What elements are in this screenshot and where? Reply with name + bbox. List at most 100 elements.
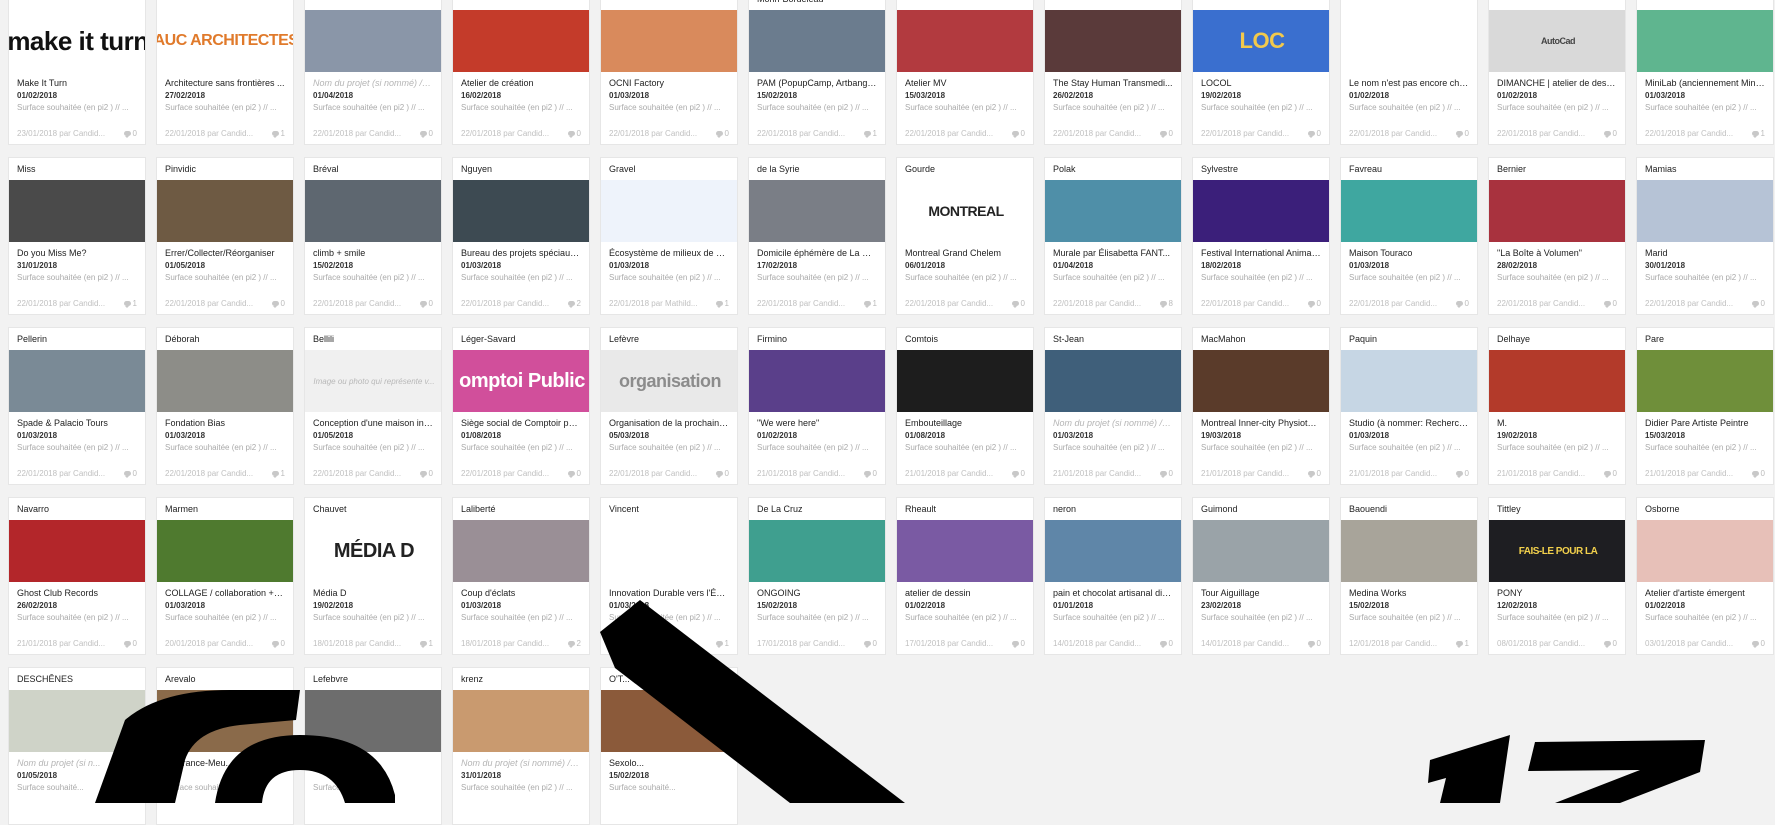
card-thumbnail[interactable] [1193,520,1329,582]
card-comments[interactable]: 0 [1159,469,1173,478]
card-thumbnail[interactable] [897,10,1033,72]
card-thumbnail[interactable] [453,10,589,72]
card-thumbnail[interactable] [9,690,145,752]
card-comments[interactable]: 0 [1011,469,1025,478]
card-comments[interactable]: 0 [271,299,285,308]
project-card[interactable]: Gravel Écosystème de milieux de vi... 01… [600,157,738,315]
project-card[interactable]: Atelier de création 16/02/2018 Surface s… [452,0,590,145]
card-title[interactable]: Montreal Inner-city Physiothe... [1201,417,1321,430]
card-thumbnail[interactable] [1489,180,1625,242]
project-card[interactable]: Baouendi Medina Works 15/02/2018 Surface… [1340,497,1478,655]
card-comments[interactable]: 0 [271,639,285,648]
card-title[interactable]: Innovation Durable vers l'Éco... [609,587,729,600]
card-title[interactable]: Atelier de création [461,77,581,90]
card-thumbnail[interactable] [1341,10,1477,72]
card-title[interactable]: Bureau des projets spéciaux ... [461,247,581,260]
project-card[interactable]: Favreau Maison Touraco 01/03/2018 Surfac… [1340,157,1478,315]
card-title[interactable]: "We were here" [757,417,877,430]
card-comments[interactable]: 1 [271,129,285,138]
card-title[interactable]: Média D [313,587,433,600]
project-card[interactable]: Léger-Savard omptoi Public Siège social … [452,327,590,485]
card-title[interactable]: atelier de dessin [905,587,1025,600]
card-comments[interactable]: 2 [567,639,581,648]
project-card[interactable]: De La Cruz ONGOING 15/02/2018 Surface so… [748,497,886,655]
card-comments[interactable]: 0 [1751,469,1765,478]
project-card[interactable]: Pellerin Spade & Palacio Tours 01/03/201… [8,327,146,485]
project-card[interactable]: Lefèvre organisation Organisation de la … [600,327,738,485]
card-thumbnail[interactable] [749,10,885,72]
project-card[interactable]: St-Jean Nom du projet (si nommé) // ... … [1044,327,1182,485]
project-card[interactable]: krenz Nom du projet (si nommé) // ... 31… [452,667,590,825]
card-thumbnail[interactable] [453,520,589,582]
card-comments[interactable]: 0 [1603,299,1617,308]
card-title[interactable]: Coup d'éclats [461,587,581,600]
card-title[interactable]: DIMANCHE | atelier de desig... [1497,77,1617,90]
project-card[interactable]: AUC ARCHITECTES Architecture sans fronti… [156,0,294,145]
project-card[interactable]: Nguyen Bureau des projets spéciaux ... 0… [452,157,590,315]
project-card[interactable]: Atelier MV 15/03/2018 Surface souhaitée … [896,0,1034,145]
card-comments[interactable]: 0 [419,129,433,138]
project-card[interactable]: Delhaye M. 19/02/2018 Surface souhaitée … [1488,327,1626,485]
card-comments[interactable]: 1 [123,299,137,308]
card-thumbnail[interactable] [9,180,145,242]
card-title[interactable]: Embouteillage [905,417,1025,430]
card-title[interactable]: Architecture sans frontières ... [165,77,285,90]
project-card[interactable]: make it turn Make It Turn 01/02/2018 Sur… [8,0,146,145]
project-card[interactable]: Nom du projet (si nommé) // ... 01/04/20… [304,0,442,145]
card-comments[interactable]: 0 [419,469,433,478]
project-card[interactable]: Bréval climb + smile 15/02/2018 Surface … [304,157,442,315]
card-title[interactable]: Écosystème de milieux de vi... [609,247,729,260]
project-card[interactable]: MacMahon Montreal Inner-city Physiothe..… [1192,327,1330,485]
card-comments[interactable]: 0 [1159,129,1173,138]
card-comments[interactable]: 0 [1307,639,1321,648]
project-card[interactable]: de la Syrie Domicile éphémère de La m...… [748,157,886,315]
card-thumbnail[interactable] [897,520,1033,582]
card-title[interactable]: LOCOL [1201,77,1321,90]
card-thumbnail[interactable]: make it turn [9,10,145,72]
card-title[interactable]: Atelier MV [905,77,1025,90]
card-thumbnail[interactable] [601,180,737,242]
card-comments[interactable]: 0 [1011,299,1025,308]
project-card[interactable]: neron pain et chocolat artisanal dist...… [1044,497,1182,655]
card-comments[interactable]: 0 [567,129,581,138]
card-thumbnail[interactable] [157,520,293,582]
project-card[interactable]: Paquin Studio (à nommer: Recherch... 01/… [1340,327,1478,485]
project-card[interactable]: Sylvestre Festival International Animaze… [1192,157,1330,315]
card-thumbnail[interactable] [601,690,737,752]
card-title[interactable]: Atelier d'artiste émergent [1645,587,1765,600]
project-card[interactable]: Osborne Atelier d'artiste émergent 01/02… [1636,497,1774,655]
card-comments[interactable]: 0 [863,639,877,648]
project-card[interactable]: Bernier "La Boîte à Volumen" 28/02/2018 … [1488,157,1626,315]
card-comments[interactable]: 0 [1307,469,1321,478]
card-comments[interactable]: 0 [1603,469,1617,478]
card-comments[interactable]: 0 [1455,129,1469,138]
card-comments[interactable]: 0 [1307,299,1321,308]
project-card[interactable]: Laliberté Coup d'éclats 01/03/2018 Surfa… [452,497,590,655]
card-thumbnail[interactable] [9,350,145,412]
project-card[interactable]: DESCHÊNES Nom du projet (si n... 01/05/2… [8,667,146,825]
card-comments[interactable]: 0 [1307,129,1321,138]
project-card[interactable]: Le nom n'est pas encore cho... 01/02/201… [1340,0,1478,145]
card-thumbnail[interactable]: organisation [601,350,737,412]
card-thumbnail[interactable] [305,180,441,242]
card-title[interactable]: Organisation de la prochaine... [609,417,729,430]
card-thumbnail[interactable] [157,180,293,242]
card-thumbnail[interactable] [1637,350,1773,412]
card-thumbnail[interactable]: omptoi Public [453,350,589,412]
card-title[interactable]: "La Boîte à Volumen" [1497,247,1617,260]
card-thumbnail[interactable] [1193,180,1329,242]
card-thumbnail[interactable]: FAIS-LE POUR LA [1489,520,1625,582]
card-title[interactable]: Do you Miss Me? [17,247,137,260]
project-card[interactable]: MiniLab (anciennement Mini ... 01/03/201… [1636,0,1774,145]
project-card[interactable]: Guimond Tour Aiguillage 23/02/2018 Surfa… [1192,497,1330,655]
card-title[interactable]: ONGOING [757,587,877,600]
card-title[interactable]: Siège social de Comptoir pu... [461,417,581,430]
card-title[interactable]: Conception d'une maison int... [313,417,433,430]
project-card[interactable]: Chauvet MÉDIA D Média D 19/02/2018 Surfa… [304,497,442,655]
card-comments[interactable]: 1 [715,639,729,648]
project-card[interactable]: Mamias Marid 30/01/2018 Surface souhaité… [1636,157,1774,315]
card-comments[interactable]: 1 [863,299,877,308]
card-thumbnail[interactable]: LOC [1193,10,1329,72]
card-thumbnail[interactable] [1489,350,1625,412]
card-thumbnail[interactable] [897,350,1033,412]
